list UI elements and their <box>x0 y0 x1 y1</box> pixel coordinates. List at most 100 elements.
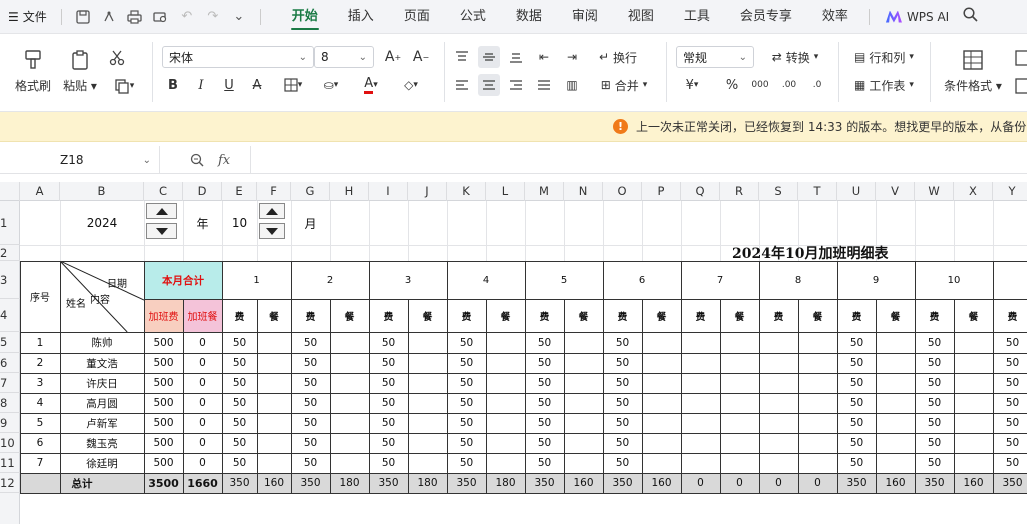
bold-button[interactable]: B <box>164 74 182 96</box>
row-header[interactable]: 8 <box>0 393 20 413</box>
share-icon[interactable] <box>100 8 118 26</box>
row-header[interactable]: 4 <box>0 299 20 332</box>
column-header[interactable]: U <box>837 182 876 201</box>
undo-icon[interactable]: ↶ <box>178 8 196 26</box>
align-top-icon[interactable] <box>452 46 472 68</box>
month-down-button[interactable] <box>259 223 285 239</box>
clear-button[interactable]: ◇ ▾ <box>396 74 426 96</box>
increase-decimal-icon[interactable]: .00 <box>778 74 800 96</box>
tab-7[interactable]: 工具 <box>669 0 725 34</box>
print-icon[interactable] <box>126 8 144 26</box>
search-icon[interactable] <box>963 7 978 26</box>
column-header[interactable]: Y <box>993 182 1027 201</box>
more-format-icon[interactable] <box>1014 48 1027 68</box>
font-size-select[interactable]: 8 ⌄ <box>314 46 374 68</box>
tab-8[interactable]: 会员专享 <box>725 0 807 34</box>
tab-0[interactable]: 开始 <box>277 0 333 34</box>
increase-indent-icon[interactable]: ⇥ <box>562 46 582 68</box>
decrease-indent-icon[interactable]: ⇤ <box>534 46 554 68</box>
select-all-corner[interactable] <box>0 182 20 201</box>
column-header[interactable]: H <box>330 182 369 201</box>
align-bottom-icon[interactable] <box>506 46 526 68</box>
wps-ai-button[interactable]: WPS AI <box>885 10 949 24</box>
fill-color-button[interactable]: ⛀ ▾ <box>316 74 346 96</box>
row-header[interactable]: 2 <box>0 245 20 261</box>
align-center-icon[interactable] <box>478 74 500 96</box>
column-header[interactable]: S <box>759 182 798 201</box>
number-format-select[interactable]: 常规 ⌄ <box>676 46 754 68</box>
file-menu[interactable]: ☰ 文件 <box>0 8 55 25</box>
copy-button[interactable]: ▾ <box>106 76 142 96</box>
zoom-icon[interactable] <box>190 153 204 167</box>
column-header[interactable]: D <box>183 182 222 201</box>
row-header[interactable]: 12 <box>0 473 20 493</box>
align-right-icon[interactable] <box>506 74 526 96</box>
column-header[interactable]: K <box>447 182 486 201</box>
distributed-align-icon[interactable]: ▥ <box>562 74 582 96</box>
row-header[interactable]: 6 <box>0 353 20 373</box>
percent-button[interactable]: % <box>722 74 742 96</box>
row-header[interactable]: 9 <box>0 413 20 433</box>
tab-3[interactable]: 公式 <box>445 0 501 34</box>
border-button[interactable]: ▾ <box>278 74 308 96</box>
chevron-down-icon[interactable]: ⌄ <box>230 8 248 26</box>
column-header[interactable]: C <box>144 182 183 201</box>
tab-1[interactable]: 插入 <box>333 0 389 34</box>
column-header[interactable]: T <box>798 182 837 201</box>
column-header[interactable]: M <box>525 182 564 201</box>
tab-5[interactable]: 审阅 <box>557 0 613 34</box>
wrap-text-button[interactable]: ↵ 换行 <box>594 46 642 68</box>
font-color-button[interactable]: A ▾ <box>356 74 386 96</box>
underline-button[interactable]: U <box>220 74 238 96</box>
strikethrough-icon[interactable]: A <box>248 74 266 96</box>
font-name-select[interactable]: 宋体 ⌄ <box>162 46 314 68</box>
redo-icon[interactable]: ↷ <box>204 8 222 26</box>
column-header[interactable]: E <box>222 182 257 201</box>
row-header[interactable]: 10 <box>0 433 20 453</box>
column-header[interactable]: I <box>369 182 408 201</box>
column-header[interactable]: J <box>408 182 447 201</box>
row-header[interactable]: 3 <box>0 261 20 299</box>
column-header[interactable]: P <box>642 182 681 201</box>
column-header[interactable]: R <box>720 182 759 201</box>
align-left-icon[interactable] <box>452 74 472 96</box>
tab-6[interactable]: 视图 <box>613 0 669 34</box>
print-preview-icon[interactable] <box>152 8 170 26</box>
more-table-icon[interactable] <box>1014 76 1027 96</box>
row-header[interactable]: 7 <box>0 373 20 393</box>
column-header[interactable]: L <box>486 182 525 201</box>
italic-button[interactable]: I <box>192 74 210 96</box>
column-header[interactable]: N <box>564 182 603 201</box>
tab-9[interactable]: 效率 <box>807 0 863 34</box>
currency-button[interactable]: ¥ ▾ <box>680 74 704 96</box>
month-up-button[interactable] <box>259 203 285 219</box>
justify-icon[interactable] <box>534 74 554 96</box>
column-header[interactable]: Q <box>681 182 720 201</box>
column-header[interactable]: B <box>60 182 144 201</box>
column-header[interactable]: F <box>257 182 291 201</box>
row-header[interactable]: 1 <box>0 201 20 245</box>
year-up-button[interactable] <box>146 203 177 219</box>
column-header[interactable]: O <box>603 182 642 201</box>
decrease-font-icon[interactable]: A − <box>410 46 432 68</box>
column-header[interactable]: X <box>954 182 993 201</box>
insert-function-icon[interactable]: fx <box>218 153 230 168</box>
rows-cols-button[interactable]: ▤ 行和列 ▾ <box>848 46 920 68</box>
year-down-button[interactable] <box>146 223 177 239</box>
decrease-decimal-icon[interactable]: .0 <box>806 74 828 96</box>
tab-2[interactable]: 页面 <box>389 0 445 34</box>
merge-button[interactable]: ⊞ 合并 ▾ <box>594 74 654 96</box>
column-header[interactable]: G <box>291 182 330 201</box>
formula-input[interactable] <box>250 146 1027 174</box>
convert-button[interactable]: ⇄ 转换 ▾ <box>764 46 826 68</box>
column-header[interactable]: V <box>876 182 915 201</box>
column-header[interactable]: W <box>915 182 954 201</box>
row-header[interactable]: 11 <box>0 453 20 473</box>
save-icon[interactable] <box>74 8 92 26</box>
paste-button[interactable]: 粘贴 ▾ <box>60 46 100 96</box>
conditional-format-button[interactable]: 条件格式 ▾ <box>940 46 1006 96</box>
thousands-separator-icon[interactable]: 000 <box>750 74 770 96</box>
cut-icon[interactable] <box>106 48 128 68</box>
worksheet-button[interactable]: ▦ 工作表 ▾ <box>848 74 920 96</box>
column-header[interactable]: A <box>20 182 60 201</box>
